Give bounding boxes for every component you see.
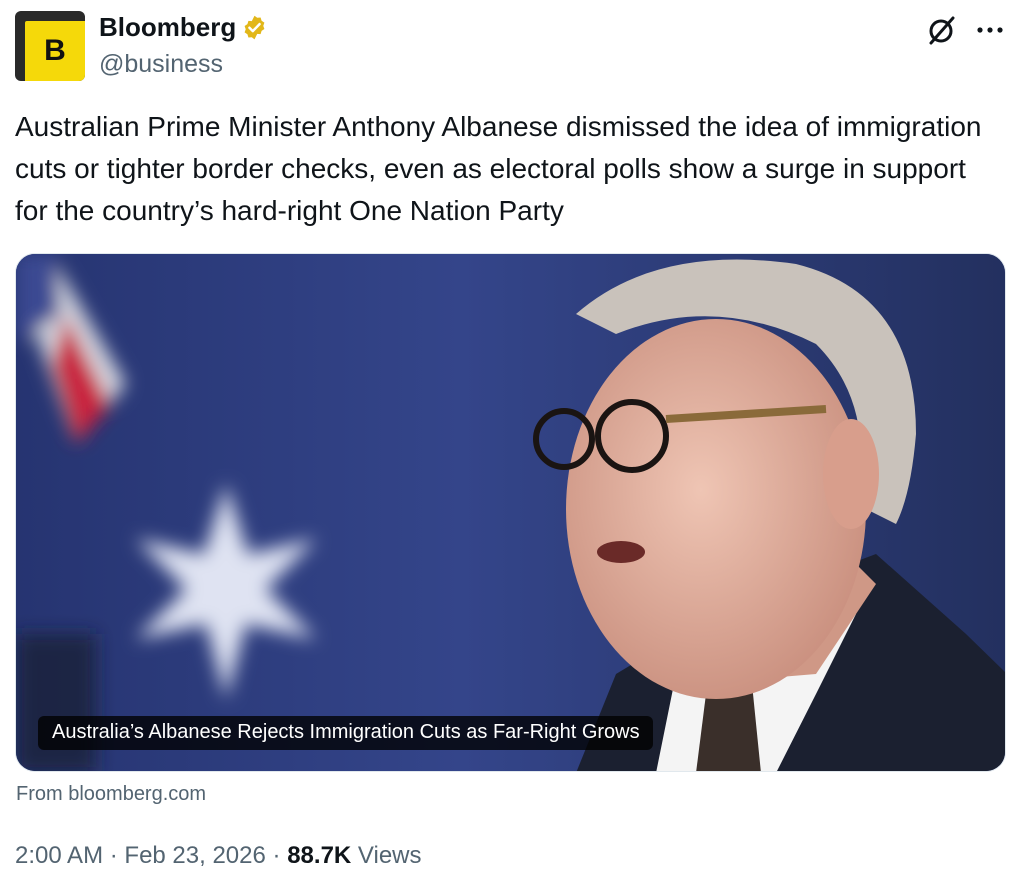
photo-illustration (16, 254, 1005, 771)
tweet-time[interactable]: 2:00 AM (15, 842, 103, 869)
views-label: Views (357, 842, 422, 869)
author-avatar[interactable]: B (15, 11, 85, 81)
grok-icon[interactable] (926, 14, 958, 46)
verified-badge-icon[interactable] (241, 14, 268, 41)
link-card-source[interactable]: From bloomberg.com (16, 783, 206, 806)
link-card-image[interactable]: Australia’s Albanese Rejects Immigration… (15, 253, 1006, 772)
tweet-text: Australian Prime Minister Anthony Albane… (15, 111, 982, 226)
more-options-icon[interactable] (975, 16, 1005, 44)
author-handle[interactable]: @business (99, 50, 223, 79)
avatar-letter: B (25, 21, 85, 81)
author-display-name[interactable]: Bloomberg (99, 12, 236, 43)
link-card-title: Australia’s Albanese Rejects Immigration… (38, 716, 653, 750)
tweet-meta: 2:00 AM · Feb 23, 2026 · 88.7K Views (15, 842, 422, 870)
tweet-date[interactable]: Feb 23, 2026 (124, 842, 265, 869)
author-name-row: Bloomberg (99, 12, 268, 43)
meta-separator: · (272, 842, 281, 869)
views-count[interactable]: 88.7K (287, 842, 351, 869)
meta-separator: · (109, 842, 118, 869)
